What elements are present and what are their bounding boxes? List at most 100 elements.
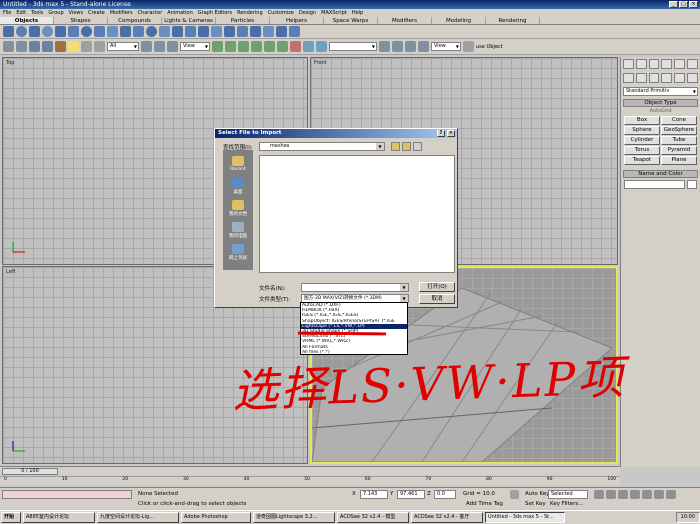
sphere-button[interactable]: Sphere (624, 126, 660, 135)
reference-coordinate-dropdown[interactable]: View (180, 42, 210, 51)
torus-button[interactable]: Torus (624, 146, 660, 155)
menu-design[interactable]: Design (299, 10, 316, 16)
shapes-icon[interactable] (635, 73, 647, 83)
menu-views[interactable]: Views (69, 10, 83, 16)
track-bar[interactable]: 0 10 20 30 40 50 60 70 80 90 100 (0, 476, 620, 486)
helpers-icon[interactable] (674, 73, 686, 83)
geometry-icon[interactable] (623, 73, 634, 83)
spinner-snap-icon[interactable] (418, 41, 429, 52)
set-key-button[interactable]: Set Key (525, 501, 546, 507)
z-coordinate-field[interactable]: 0.0 (434, 490, 456, 499)
curve-editor-icon[interactable] (264, 41, 275, 52)
menu-file[interactable]: File (3, 10, 11, 16)
select-move-icon[interactable] (141, 41, 152, 52)
render-scene-icon[interactable] (303, 41, 314, 52)
file-list[interactable] (259, 155, 455, 273)
l-ext-icon[interactable] (224, 26, 235, 37)
motion-tab-icon[interactable] (661, 59, 673, 69)
new-folder-icon[interactable] (402, 142, 411, 151)
redo-icon[interactable] (16, 41, 27, 52)
key-filters-button[interactable]: Key Filters... (550, 501, 583, 507)
menu-create[interactable]: Create (88, 10, 105, 16)
undo-icon[interactable] (3, 41, 14, 52)
place-network[interactable]: 网上邻居 (223, 244, 253, 261)
tab-shapes[interactable]: Shapes (54, 17, 108, 24)
use-pivot-icon[interactable] (463, 41, 474, 52)
pan-icon[interactable] (666, 490, 676, 499)
tab-lights-cameras[interactable]: Lights & Cameras (162, 17, 216, 24)
hose-icon[interactable] (276, 26, 287, 37)
layer-icon[interactable] (251, 41, 262, 52)
pyramid-button[interactable]: Pyramid (661, 146, 697, 155)
utilities-tab-icon[interactable] (687, 59, 698, 69)
space-warps-icon[interactable] (687, 73, 698, 83)
selection-filter-dropdown[interactable]: All (107, 42, 139, 51)
look-in-dropdown[interactable]: meshes ▼ (259, 142, 385, 151)
tab-helpers[interactable]: Helpers (270, 17, 324, 24)
viewport-left-label[interactable]: Left (6, 269, 15, 275)
menu-maxscript[interactable]: MAXScript (321, 10, 347, 16)
named-selection-dropdown[interactable] (329, 42, 377, 51)
box-icon[interactable] (3, 26, 14, 37)
select-rotate-icon[interactable] (154, 41, 165, 52)
menu-character[interactable]: Character (138, 10, 163, 16)
view-menu-icon[interactable] (413, 142, 422, 151)
cone-button[interactable]: Cone (661, 116, 697, 125)
teapot-button[interactable]: Teapot (624, 156, 660, 165)
menu-edit[interactable]: Edit (16, 10, 26, 16)
oil-tank-icon[interactable] (185, 26, 196, 37)
taskbar-item[interactable]: Adobe Photoshop (181, 512, 251, 523)
start-button[interactable]: 开始 (1, 512, 21, 523)
viewport-top-label[interactable]: Top (6, 60, 14, 66)
dialog-close-icon[interactable]: × (447, 130, 455, 137)
align-icon[interactable] (238, 41, 249, 52)
quick-render-icon[interactable] (316, 41, 327, 52)
cancel-button[interactable]: 取消 (419, 294, 455, 304)
open-button[interactable]: 打开(O) (419, 282, 455, 292)
bind-space-warp-icon[interactable] (55, 41, 66, 52)
plane-icon[interactable] (120, 26, 131, 37)
cameras-icon[interactable] (661, 73, 673, 83)
chevron-down-icon[interactable]: ▼ (400, 284, 408, 291)
geosphere-button[interactable]: GeoSphere (661, 126, 697, 135)
viewport-front-label[interactable]: Front (314, 60, 327, 66)
menu-customize[interactable]: Customize (268, 10, 294, 16)
sphere-icon[interactable] (16, 26, 27, 37)
pivot-center-icon[interactable] (212, 41, 223, 52)
modify-tab-icon[interactable] (635, 59, 647, 69)
teapot-icon[interactable] (55, 26, 66, 37)
hedra-icon[interactable] (133, 26, 144, 37)
taskbar-item[interactable]: ACDSee 32 v2.4 - 模型 (337, 512, 409, 523)
torus-icon[interactable] (42, 26, 53, 37)
menu-graph-editors[interactable]: Graph Editors (198, 10, 232, 16)
prism-icon[interactable] (289, 26, 300, 37)
go-to-start-icon[interactable] (594, 490, 604, 499)
chamfer-box-icon[interactable] (159, 26, 170, 37)
maximize-button[interactable]: □ (679, 1, 688, 8)
menu-help[interactable]: Help (352, 10, 363, 16)
taskbar-item-active[interactable]: Untitled - 3ds max 5 - St... (485, 512, 565, 523)
object-color-swatch[interactable] (687, 180, 697, 189)
zoom-icon[interactable] (654, 490, 664, 499)
tube-button[interactable]: Tube (661, 136, 697, 145)
cylinder-button[interactable]: Cylinder (624, 136, 660, 145)
view-dropdown[interactable]: View (431, 42, 461, 51)
unlink-icon[interactable] (42, 41, 53, 52)
snap-toggle-icon[interactable] (379, 41, 390, 52)
display-tab-icon[interactable] (674, 59, 686, 69)
tube-icon[interactable] (94, 26, 105, 37)
select-scale-icon[interactable] (167, 41, 178, 52)
close-button[interactable]: × (689, 1, 698, 8)
up-folder-icon[interactable] (391, 142, 400, 151)
filename-input[interactable]: ▼ (301, 283, 409, 292)
chevron-down-icon[interactable]: ▼ (400, 295, 408, 302)
place-desktop[interactable]: 桌面 (223, 178, 253, 195)
time-slider-thumb[interactable]: 0 / 100 (2, 468, 58, 475)
tab-modeling[interactable]: Modeling (432, 17, 486, 24)
menu-tools[interactable]: Tools (31, 10, 43, 16)
gengon-icon[interactable] (237, 26, 248, 37)
percent-snap-icon[interactable] (405, 41, 416, 52)
time-slider[interactable]: 0 / 100 (0, 466, 620, 475)
add-time-tag-button[interactable]: Add Time Tag (466, 501, 503, 507)
schematic-view-icon[interactable] (277, 41, 288, 52)
